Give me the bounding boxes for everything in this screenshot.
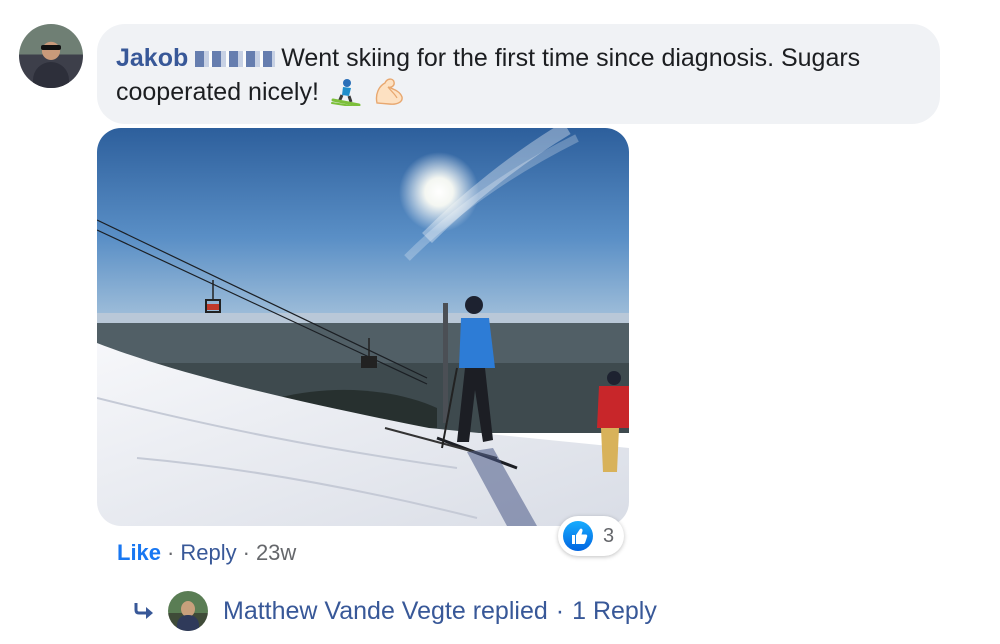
- comment-timestamp[interactable]: 23w: [256, 540, 296, 565]
- separator: ·: [242, 540, 250, 565]
- comment-actions: Like · Reply · 23w: [117, 540, 296, 566]
- comment-body: Jakob Went skiing for the first time sin…: [116, 41, 926, 115]
- reply-button[interactable]: Reply: [180, 540, 236, 565]
- reaction-count: 3: [603, 525, 615, 547]
- skier-emoji: [330, 78, 361, 115]
- comment-bubble: Jakob Went skiing for the first time sin…: [97, 24, 940, 124]
- replier-text: Matthew Vande Vegte replied: [223, 596, 548, 625]
- separator: ·: [555, 596, 565, 625]
- skiing-photo[interactable]: [97, 128, 629, 526]
- commenter-avatar[interactable]: [19, 24, 83, 88]
- reply-count: 1 Reply: [572, 596, 657, 625]
- separator: ·: [167, 540, 175, 565]
- view-replies-link[interactable]: Matthew Vande Vegte replied · 1 Reply: [134, 591, 657, 631]
- like-icon: [563, 521, 593, 551]
- reply-arrow-icon: [134, 603, 153, 619]
- like-button[interactable]: Like: [117, 540, 161, 565]
- reactions-pill[interactable]: 3: [558, 516, 624, 556]
- flexed-biceps-emoji: [373, 76, 405, 115]
- redacted-surname: [195, 51, 276, 67]
- replier-avatar: [168, 591, 208, 631]
- comment-author-name[interactable]: Jakob: [116, 44, 188, 72]
